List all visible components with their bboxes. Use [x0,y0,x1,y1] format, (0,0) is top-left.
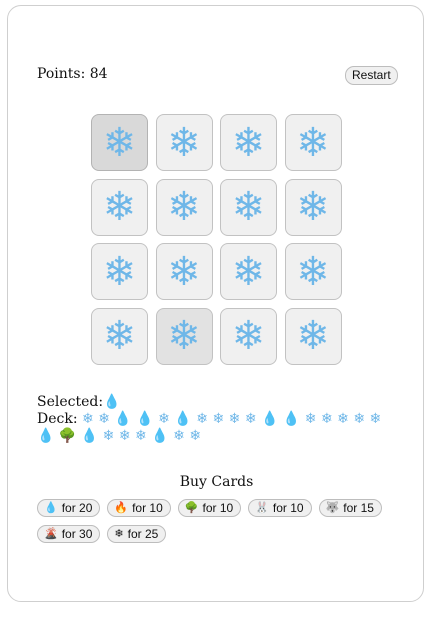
water-drop-icon: 💧 [136,411,154,427]
snowflake-tile[interactable]: ❄ [155,114,213,171]
snowflake-tile[interactable]: ❄ [284,178,342,236]
snowflake-icon: ❄ [304,411,317,427]
snowflake-icon: ❄ [118,428,131,444]
snowflake-tile[interactable]: ❄ [91,243,148,300]
buy-tree-price: for 10 [202,501,234,515]
snowflake-icon: ❄ [98,411,110,427]
snowflake-icon: ❄ [337,411,349,427]
deck-label: Deck: [37,411,78,427]
snowflake-icon: ❄ [102,428,115,444]
snowflake-icon: ❄ [135,428,147,444]
buy-volcano-price: for 30 [61,527,93,541]
snowflake-tile[interactable]: ❄ [155,243,213,300]
water-drop-icon: 💧 [174,411,192,427]
restart-button[interactable]: Restart [345,66,398,85]
snowflake-tile[interactable]: ❄ [91,178,148,236]
buy-cards-heading: Buy Cards [179,474,254,490]
buy-volcano-button[interactable]: 🌋 for 30 [37,525,101,543]
snowflake-tile[interactable]: ❄ [91,114,148,171]
buy-snowflake-button[interactable]: ❄ for 25 [107,525,167,543]
snowflake-tile[interactable]: ❄ [155,178,213,236]
water-drop-icon: 💧 [151,428,169,444]
snowflake-icon: ❄ [212,411,225,427]
snowflake-icon: ❄ [228,411,241,427]
game-panel: Points: 84 Restart ❄ ❄ ❄ ❄ ❄ ❄ ❄ ❄ ❄ ❄ ❄… [7,5,424,602]
snowflake-tile[interactable]: ❄ [220,114,277,171]
snowflake-tile[interactable]: ❄ [220,243,277,300]
water-drop-icon: 💧 [282,411,301,427]
snowflake-tile[interactable]: ❄ [284,243,342,300]
tree-icon: 🌳 [58,428,77,444]
shop-buttons: 💧 for 20 🔥 for 10 🌳 for 10 🐰 for 10 🐺 fo… [37,499,397,543]
snowflake-icon: ❄ [158,411,170,427]
buy-fire-price: for 10 [132,501,163,515]
snowflake-icon: ❄ [353,411,366,427]
water-drop-icon: 💧 [261,411,279,427]
tree-icon: 🌳 [184,501,199,514]
snowflake-tile[interactable]: ❄ [220,307,277,365]
selected-card-row: Selected:💧 [37,394,121,410]
wolf-icon: 🐺 [325,501,340,514]
water-drop-icon: 💧 [103,394,121,410]
buy-wolf-price: for 15 [343,501,374,515]
deck-row: Deck: ❄ ❄ 💧 💧 ❄ 💧 ❄ ❄ ❄ ❄ 💧 💧 ❄ ❄ ❄ ❄ ❄ … [37,411,387,445]
snowflake-icon: ❄ [114,527,124,540]
buy-fire-button[interactable]: 🔥 for 10 [107,499,171,517]
points-display: Points: 84 [37,66,108,82]
snowflake-tile[interactable]: ❄ [284,114,342,171]
snowflake-tile[interactable]: ❄ [91,307,148,365]
buy-water-price: for 20 [61,501,93,515]
water-drop-icon: 💧 [114,411,132,427]
snowflake-icon: ❄ [82,411,94,427]
buy-water-button[interactable]: 💧 for 20 [37,499,101,517]
snowflake-icon: ❄ [173,428,185,444]
volcano-icon: 🌋 [44,527,58,540]
buy-tree-button[interactable]: 🌳 for 10 [177,499,242,517]
water-drop-icon: 💧 [80,428,99,444]
snowflake-icon: ❄ [196,411,208,427]
snowflake-icon: ❄ [320,411,333,427]
buy-rabbit-price: for 10 [272,501,304,515]
snowflake-tile[interactable]: ❄ [220,178,277,236]
selected-label: Selected: [37,394,104,410]
snowflake-icon: ❄ [244,411,257,427]
water-drop-icon: 💧 [37,428,55,444]
fire-icon: 🔥 [114,501,129,514]
water-drop-icon: 💧 [44,501,58,514]
buy-snowflake-price: for 25 [127,527,159,541]
snowflake-icon: ❄ [369,411,382,427]
buy-rabbit-button[interactable]: 🐰 for 10 [248,499,312,517]
rabbit-icon: 🐰 [255,501,269,514]
buy-wolf-button[interactable]: 🐺 for 15 [318,499,382,517]
game-board: ❄ ❄ ❄ ❄ ❄ ❄ ❄ ❄ ❄ ❄ ❄ ❄ ❄ ❄ ❄ ❄ [91,114,345,368]
snowflake-tile[interactable]: ❄ [155,307,213,365]
snowflake-icon: ❄ [189,428,202,444]
snowflake-tile[interactable]: ❄ [284,307,342,365]
